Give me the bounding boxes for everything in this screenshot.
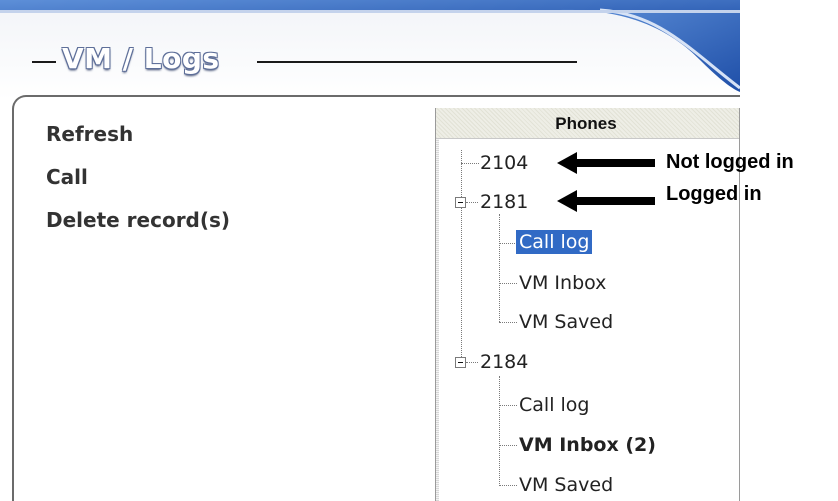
annotation-not-logged-in: Not logged in: [666, 151, 794, 173]
phone-node-2181[interactable]: 2181: [480, 190, 528, 214]
tree-item-2181-call-log[interactable]: Call log: [516, 230, 593, 254]
tree-branch-2184-vminbox: [499, 445, 517, 446]
collapse-2184-icon[interactable]: [455, 357, 466, 368]
tree-item-2184-vm-saved[interactable]: VM Saved: [519, 473, 613, 497]
call-link[interactable]: Call: [46, 165, 88, 189]
tree-header-label: Phones: [555, 114, 617, 133]
refresh-link[interactable]: Refresh: [46, 122, 133, 146]
tree-branch-2181-children: [499, 214, 500, 322]
tree-branch-2184-vmsaved: [499, 485, 517, 486]
tree-root-line: [461, 150, 462, 365]
tree-branch-2184-calllog: [499, 405, 517, 406]
tree-header: Phones: [436, 108, 739, 139]
tree-item-2184-vm-inbox[interactable]: VM Inbox (2): [519, 433, 656, 457]
title-rule-left: [32, 61, 56, 63]
header-band: VM / Logs: [0, 0, 740, 100]
tree-item-2184-call-log[interactable]: Call log: [519, 393, 589, 417]
tree-item-2181-vm-inbox[interactable]: VM Inbox: [519, 271, 606, 295]
phone-node-2184[interactable]: 2184: [480, 350, 528, 374]
delete-records-link[interactable]: Delete record(s): [46, 208, 230, 232]
left-arrow-icon: [557, 152, 577, 174]
tree-branch-2104: [461, 163, 479, 164]
tree-branch-2184-stub: [466, 362, 478, 363]
tree-item-2181-vm-saved[interactable]: VM Saved: [519, 310, 613, 334]
arrow-shaft-not-logged-in: [575, 159, 655, 167]
tree-branch-2181-calllog: [499, 243, 517, 244]
annotation-logged-in: Logged in: [666, 183, 762, 205]
collapse-2181-icon[interactable]: [455, 197, 466, 208]
tree-branch-2181-vminbox: [499, 283, 517, 284]
left-arrow-icon: [557, 190, 577, 212]
arrow-shaft-logged-in: [575, 197, 655, 205]
phone-node-2104[interactable]: 2104: [480, 151, 528, 175]
title-rule-right: [257, 61, 577, 63]
tree-branch-2181-stub: [466, 202, 478, 203]
tree-branch-2184-children: [499, 376, 500, 486]
section-title: VM / Logs: [62, 42, 220, 75]
tree-branch-2181-vmsaved: [499, 322, 517, 323]
vm-logs-screen: VM / Logs Refresh Call Delete record(s) …: [0, 0, 838, 501]
